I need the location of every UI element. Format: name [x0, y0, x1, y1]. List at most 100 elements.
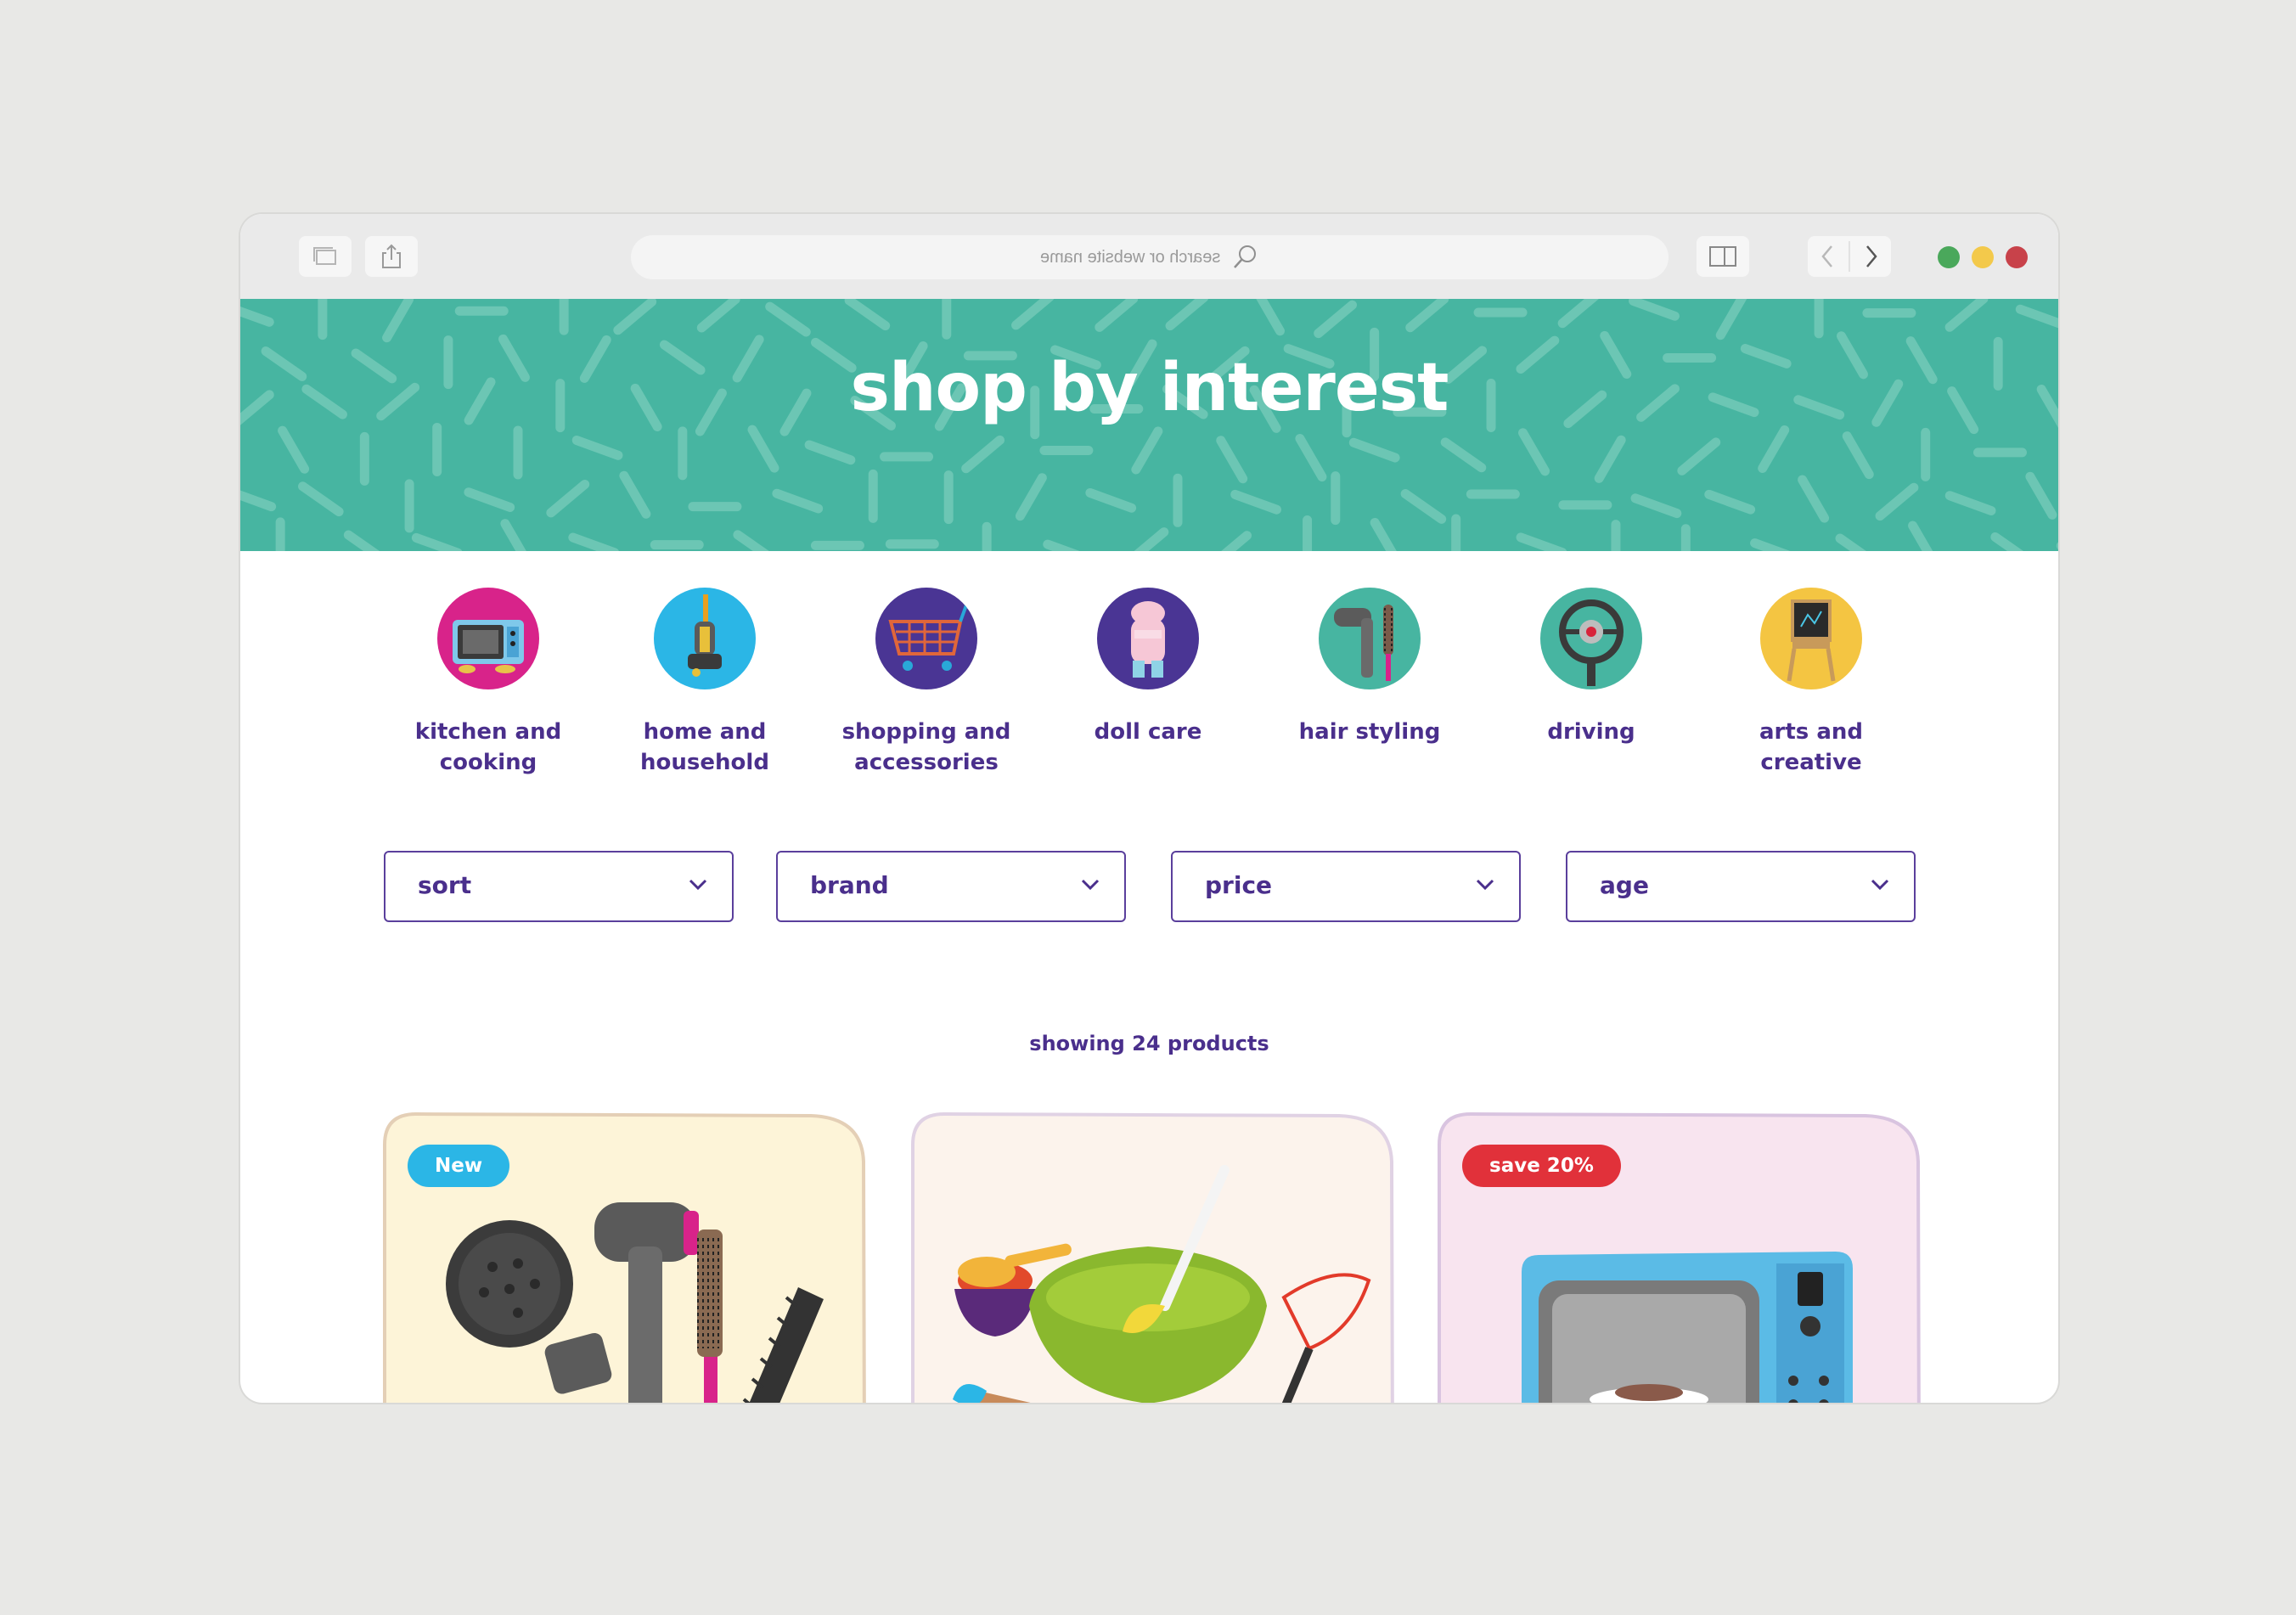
sprinkle	[1405, 299, 1449, 333]
steering-wheel-icon	[1540, 588, 1642, 689]
tabs-button[interactable]	[299, 236, 352, 277]
sprinkle	[1043, 539, 1080, 551]
chevron-down-icon	[1476, 879, 1494, 891]
sprinkle	[1095, 299, 1139, 332]
new-badge: New	[408, 1145, 510, 1187]
sprinkle	[1216, 436, 1248, 484]
sprinkle	[1516, 532, 1567, 551]
hair-dryer-icon	[1319, 588, 1421, 689]
sprinkle	[747, 425, 779, 473]
dropdown-label: brand	[810, 871, 889, 899]
doll-carrier-icon	[1097, 588, 1199, 689]
dropdown-label: age	[1600, 871, 1649, 899]
dropdown-label: price	[1205, 871, 1273, 899]
sprinkle	[733, 530, 769, 551]
tabs-icon	[313, 247, 336, 265]
forward-button[interactable]	[1850, 236, 1891, 277]
sprinkle	[571, 436, 623, 460]
category-kitchen-and-cooking[interactable]: kitchen and cooking	[386, 588, 590, 778]
sprinkle	[382, 299, 414, 343]
sprinkle	[1165, 299, 1209, 331]
category-label: hair styling	[1298, 719, 1441, 745]
sort-dropdown[interactable]: sort	[384, 851, 734, 922]
sprinkle	[1758, 425, 1790, 473]
back-button[interactable]	[1808, 236, 1849, 277]
chevron-down-icon	[1871, 879, 1889, 891]
sprinkle	[1085, 487, 1137, 513]
sprinkle	[1400, 488, 1447, 524]
category-shopping-and-accessories[interactable]: shopping and accessories	[824, 588, 1028, 778]
sidebar-icon	[1709, 246, 1736, 267]
category-home-and-household[interactable]: home and household	[603, 588, 807, 778]
share-button[interactable]	[365, 236, 418, 277]
baking-set-image	[953, 1165, 1371, 1403]
sprinkle	[1221, 531, 1252, 551]
category-label: arts and creative	[1759, 719, 1863, 775]
sprinkle	[613, 299, 657, 335]
age-dropdown[interactable]: age	[1566, 851, 1916, 922]
sprinkle	[1990, 532, 2024, 551]
sidebar-button[interactable]	[1697, 236, 1749, 277]
discount-badge: save 20%	[1462, 1145, 1621, 1187]
price-dropdown[interactable]: price	[1171, 851, 1521, 922]
sprinkle	[1944, 491, 1996, 516]
sprinkle	[844, 299, 891, 331]
sprinkle	[1134, 527, 1169, 551]
browser-window: search or website name shop by interest …	[240, 214, 2058, 1403]
sprinkle	[500, 519, 526, 551]
chevron-down-icon	[1081, 879, 1100, 891]
sprinkle	[1715, 299, 1747, 340]
category-doll-care[interactable]: doll care	[1046, 588, 1250, 747]
category-label: shopping and accessories	[841, 719, 1011, 775]
sprinkle	[619, 470, 651, 519]
category-label: kitchen and cooking	[414, 719, 562, 775]
address-bar[interactable]: search or website name	[631, 235, 1669, 279]
sprinkle	[240, 306, 274, 327]
sprinkle	[1230, 489, 1282, 515]
sprinkle	[961, 435, 1004, 474]
category-driving[interactable]: driving	[1489, 588, 1693, 747]
microwave-icon	[437, 588, 539, 689]
category-label: home and household	[640, 719, 769, 775]
sprinkle	[240, 490, 277, 512]
brand-dropdown[interactable]: brand	[776, 851, 1126, 922]
sprinkle	[1295, 434, 1327, 482]
sprinkle	[1835, 533, 1866, 551]
sprinkle	[696, 299, 740, 333]
chevron-right-icon	[1866, 245, 1877, 267]
traffic-light-yellow[interactable]	[1972, 246, 1994, 268]
sprinkle	[1557, 299, 1599, 329]
product-card[interactable]	[910, 1111, 1394, 1403]
traffic-light-green[interactable]	[1938, 246, 1960, 268]
sprinkle	[464, 487, 515, 513]
sprinkle	[1131, 426, 1163, 475]
sprinkle	[411, 532, 463, 551]
sprinkle	[1314, 300, 1358, 339]
sprinkle	[1370, 517, 1397, 551]
sprinkle	[1440, 437, 1487, 473]
sprinkle	[1629, 299, 1680, 321]
sprinkle	[1630, 493, 1682, 519]
category-hair-styling[interactable]: hair styling	[1268, 588, 1472, 747]
shopping-cart-icon	[875, 588, 977, 689]
sprinkle	[1875, 482, 1919, 521]
sprinkle	[1944, 299, 1989, 332]
category-label: driving	[1547, 719, 1635, 745]
sprinkle	[1908, 521, 1933, 551]
sprinkle	[298, 481, 344, 517]
sprinkle	[568, 532, 619, 551]
chevron-left-icon	[1821, 245, 1832, 267]
sprinkle	[546, 479, 590, 518]
product-card[interactable]: save 20%	[1437, 1111, 1921, 1403]
sprinkle	[765, 301, 811, 337]
sprinkle	[1842, 431, 1874, 480]
traffic-light-red[interactable]	[2006, 246, 2028, 268]
category-arts-and-creative[interactable]: arts and creative	[1709, 588, 1913, 778]
sprinkle	[804, 440, 856, 465]
sprinkle	[2025, 471, 2057, 520]
search-icon	[1234, 245, 1257, 268]
product-card[interactable]: New	[382, 1111, 866, 1403]
browser-toolbar: search or website name	[240, 214, 2058, 300]
results-count: showing 24 products	[1029, 1032, 1269, 1055]
sprinkle	[772, 488, 824, 514]
